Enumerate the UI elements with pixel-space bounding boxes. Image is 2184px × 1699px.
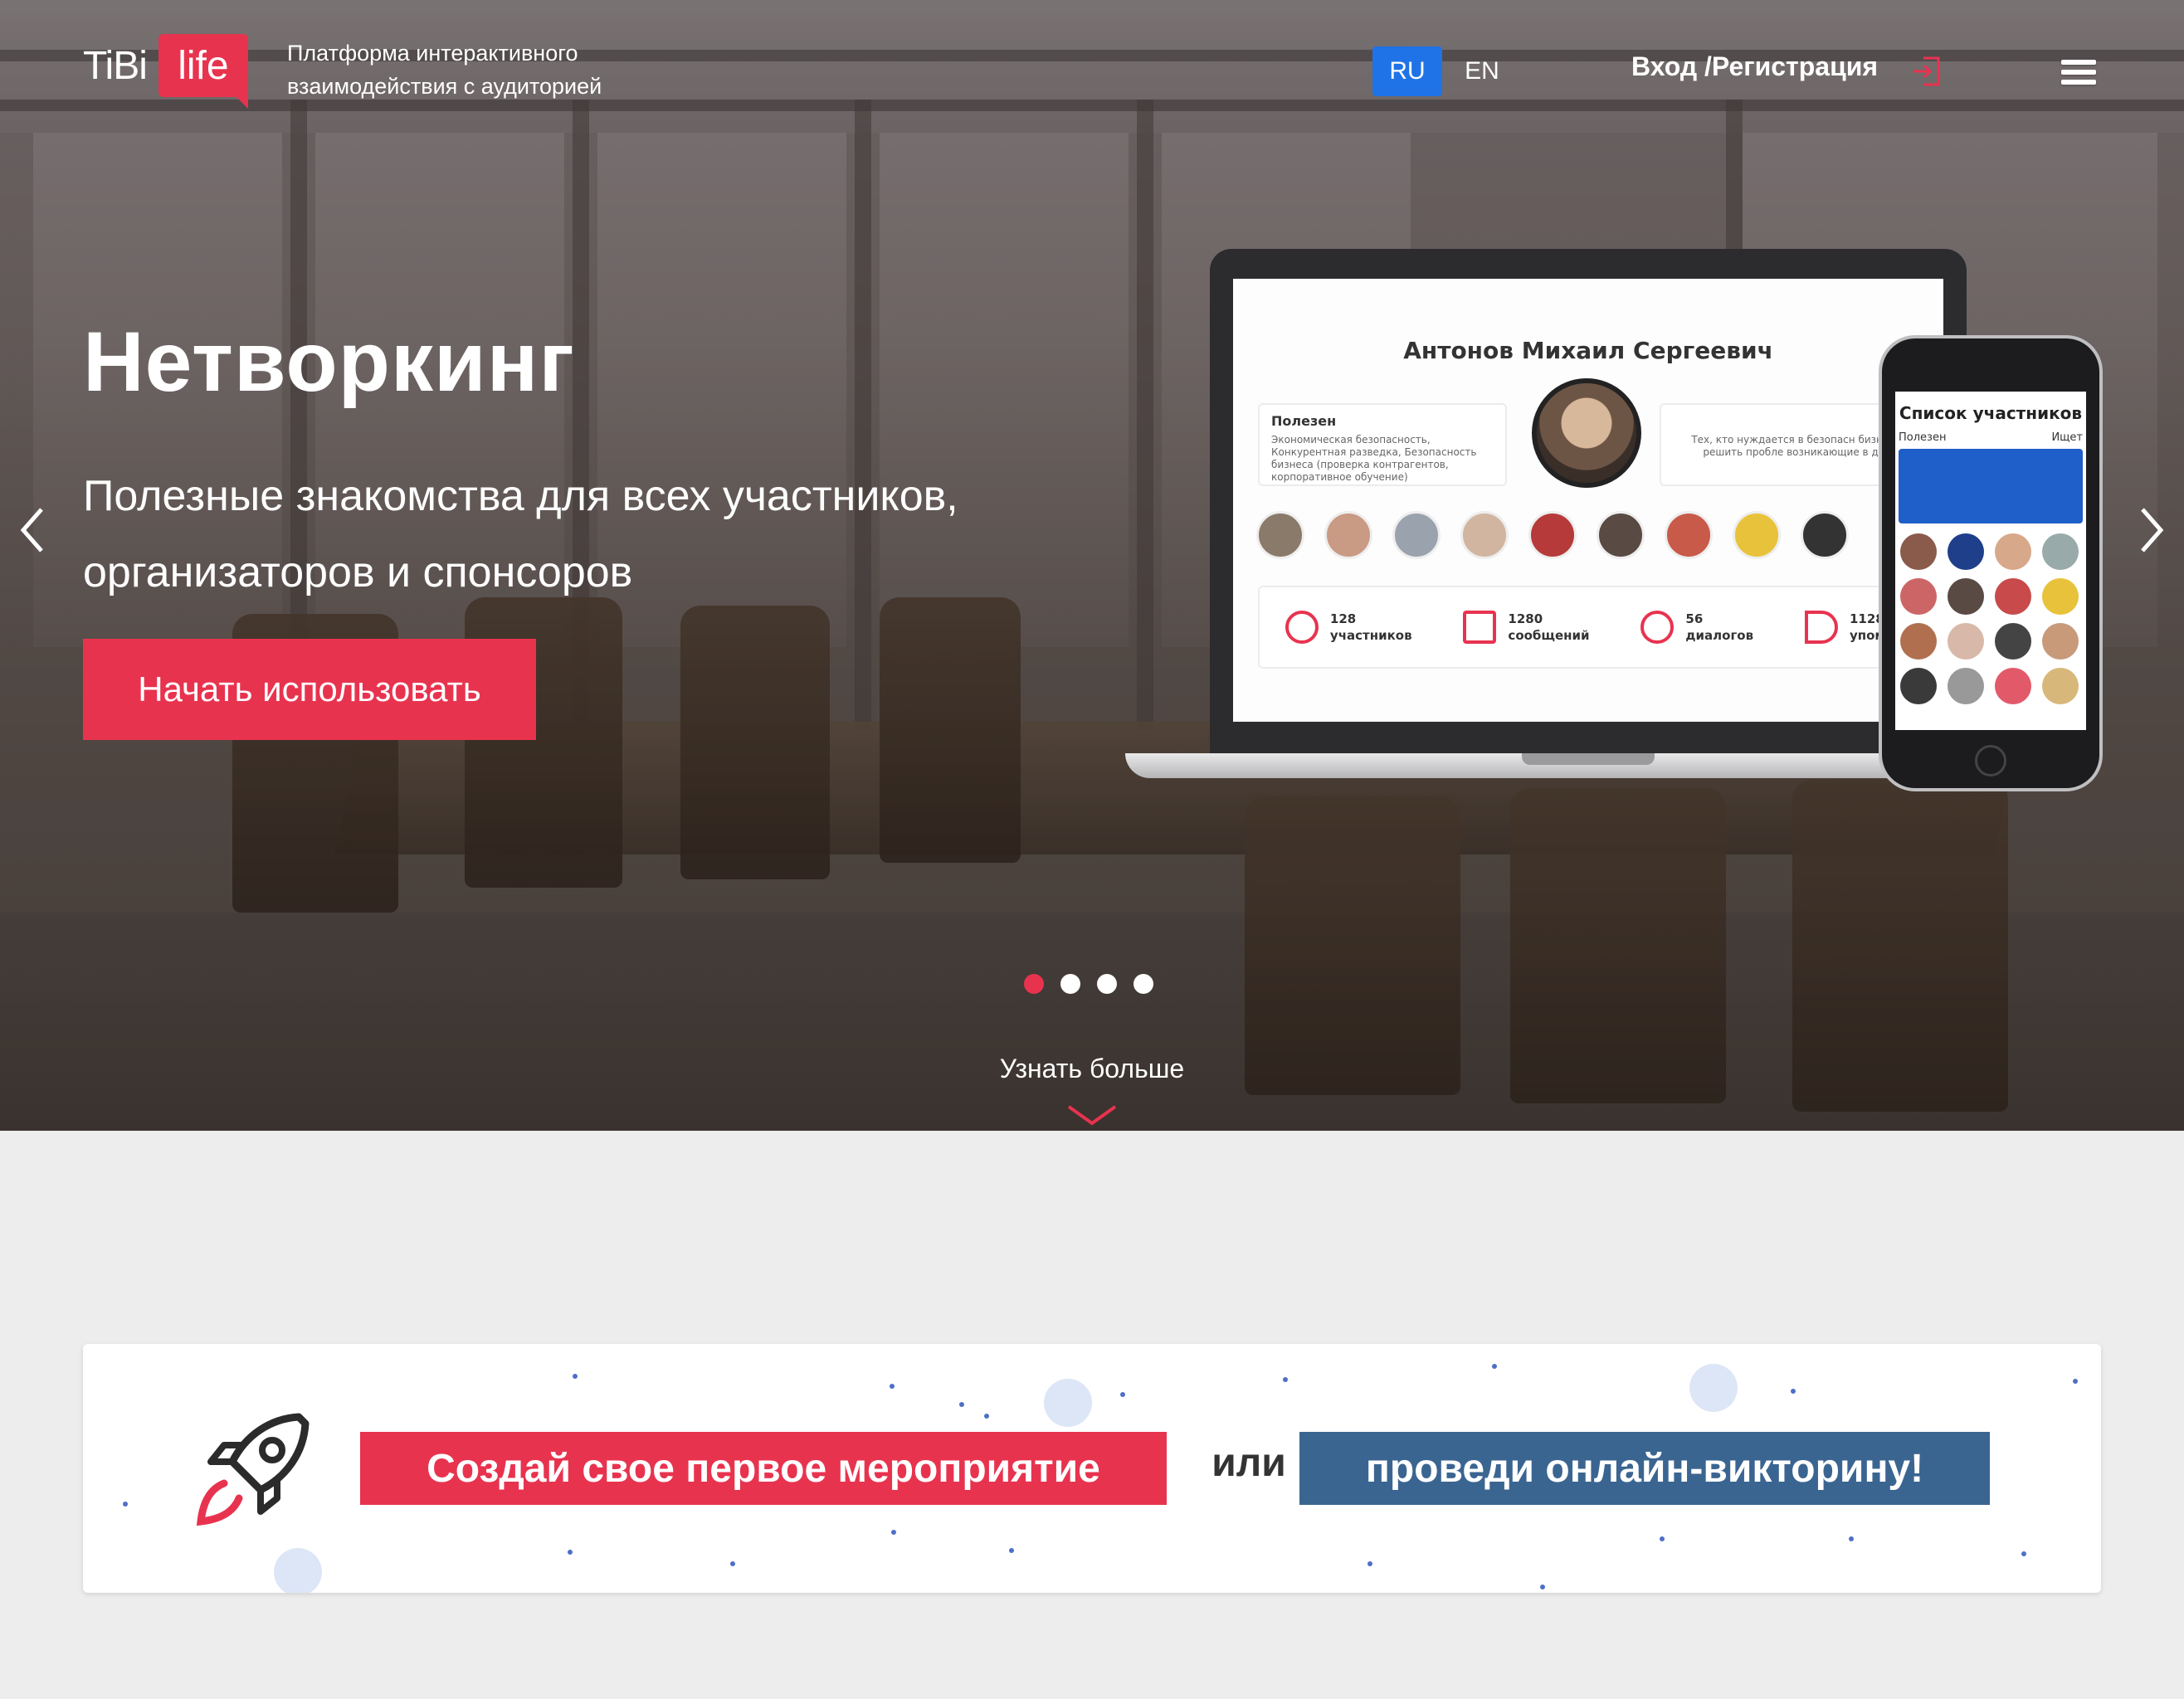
- phone-col-seeks: Ищет: [2051, 431, 2083, 444]
- hero-subtitle: Полезные знакомства для всех участников,…: [83, 472, 958, 596]
- envelope-icon: [1463, 611, 1497, 644]
- or-text: или: [1211, 1441, 1286, 1485]
- avatar: [2042, 578, 2079, 615]
- rocket-icon: [196, 1413, 310, 1526]
- chat-bubble-icon: [1640, 611, 1675, 644]
- hero-title: Нетворкинг: [83, 314, 575, 409]
- slider-dot-3[interactable]: [1097, 974, 1117, 994]
- stat-participants: 128 участников: [1285, 611, 1412, 644]
- slider-prev-chevron-icon[interactable]: [12, 501, 53, 559]
- phone-col-useful: Полезен: [1899, 431, 1947, 444]
- avatar: [1900, 533, 1937, 570]
- profile-avatar: [1532, 378, 1641, 488]
- online-quiz-button[interactable]: проведи онлайн-викторину!: [1299, 1432, 1990, 1505]
- lang-ru-button[interactable]: RU: [1372, 46, 1442, 96]
- phone-mockup: Список участников Полезен Ищет: [1882, 338, 2099, 788]
- avatar: [1948, 578, 1984, 615]
- phone-screen-title: Список участников: [1899, 403, 2083, 423]
- avatar: [2042, 623, 2079, 660]
- phone-home-button: [1975, 745, 2006, 776]
- hero-slider: TiBi life Платформа интерактивного взаим…: [0, 0, 2184, 1131]
- logo[interactable]: TiBi life: [83, 32, 248, 109]
- logo-text-life: life: [178, 43, 229, 88]
- create-event-button[interactable]: Создай свое первое мероприятие: [360, 1432, 1167, 1505]
- avatar: [1900, 668, 1937, 704]
- avatar: [2042, 533, 2079, 570]
- lang-en-button[interactable]: EN: [1452, 46, 1512, 96]
- participant-avatars-row: [1256, 511, 1849, 559]
- learn-more-link[interactable]: Узнать больше: [929, 1054, 1255, 1084]
- avatar: [1948, 668, 1984, 704]
- avatar: [1528, 511, 1577, 559]
- phone-avatar-grid: [1895, 523, 2086, 714]
- stat-label: сообщений: [1508, 628, 1590, 643]
- avatar: [1733, 511, 1781, 559]
- stat-messages: 1280 сообщений: [1463, 611, 1590, 644]
- stat-number: 56: [1685, 611, 1704, 626]
- profile-card-useful-title: Полезен: [1271, 413, 1337, 429]
- avatar: [1597, 511, 1645, 559]
- stat-number: 128: [1329, 611, 1357, 626]
- avatar: [1460, 511, 1509, 559]
- avatar: [1801, 511, 1849, 559]
- stat-dialogs: 56 диалогов: [1640, 611, 1753, 644]
- slider-dot-2[interactable]: [1060, 974, 1080, 994]
- profile-card-useful-text: Экономическая безопасность, Конкурентная…: [1271, 434, 1477, 483]
- phone-screen: Список участников Полезен Ищет: [1895, 392, 2086, 730]
- profile-name: Антонов Михаил Сергеевич: [1403, 337, 1773, 364]
- avatar: [1900, 623, 1937, 660]
- site-tagline: Платформа интерактивного взаимодействия …: [287, 41, 602, 99]
- avatar: [1324, 511, 1372, 559]
- chevron-down-icon[interactable]: [1065, 1103, 1119, 1127]
- avatar: [1392, 511, 1441, 559]
- login-icon[interactable]: [1910, 55, 1943, 88]
- phone-screen-columns: Полезен Ищет: [1895, 431, 2086, 444]
- profile-stats: 128 участников 1280 сообщений 56 диалогов 1…: [1258, 586, 1943, 669]
- login-register-link[interactable]: Вход /Регистрация: [1631, 51, 1878, 82]
- avatar: [1948, 533, 1984, 570]
- avatar: [2042, 668, 2079, 704]
- laptop-mockup: Антонов Михаил Сергеевич Полезен Экономи…: [1210, 249, 1967, 757]
- laptop-notch: [1522, 753, 1655, 765]
- promo-card: Создай свое первое мероприятие или прове…: [83, 1344, 2101, 1593]
- start-using-button[interactable]: Начать использовать: [83, 639, 536, 740]
- logo-badge-life: life: [158, 34, 248, 109]
- avatar: [1948, 623, 1984, 660]
- avatar: [1995, 623, 2031, 660]
- stat-number: 1280: [1508, 611, 1543, 626]
- phone-highlight-card: [1899, 449, 2083, 523]
- avatar: [1900, 578, 1937, 615]
- avatar: [1665, 511, 1713, 559]
- send-icon: [1804, 611, 1838, 644]
- stat-label: участников: [1329, 628, 1412, 643]
- logo-text-tibi: TiBi: [83, 43, 148, 88]
- avatar: [1995, 578, 2031, 615]
- stat-number: 1128: [1849, 611, 1884, 626]
- avatar: [1995, 668, 2031, 704]
- slider-next-chevron-icon[interactable]: [2131, 501, 2172, 559]
- user-icon: [1285, 611, 1319, 644]
- profile-card-useful: Полезен Экономическая безопасность, Конк…: [1258, 403, 1507, 486]
- stat-label: диалогов: [1685, 628, 1754, 643]
- avatar: [1995, 533, 2031, 570]
- laptop-screen: Антонов Михаил Сергеевич Полезен Экономи…: [1233, 279, 1943, 722]
- slider-dot-4[interactable]: [1133, 974, 1153, 994]
- slider-dots: [1024, 974, 1153, 994]
- menu-hamburger-icon[interactable]: [2061, 60, 2096, 85]
- avatar: [1256, 511, 1304, 559]
- slider-dot-1[interactable]: [1024, 974, 1044, 994]
